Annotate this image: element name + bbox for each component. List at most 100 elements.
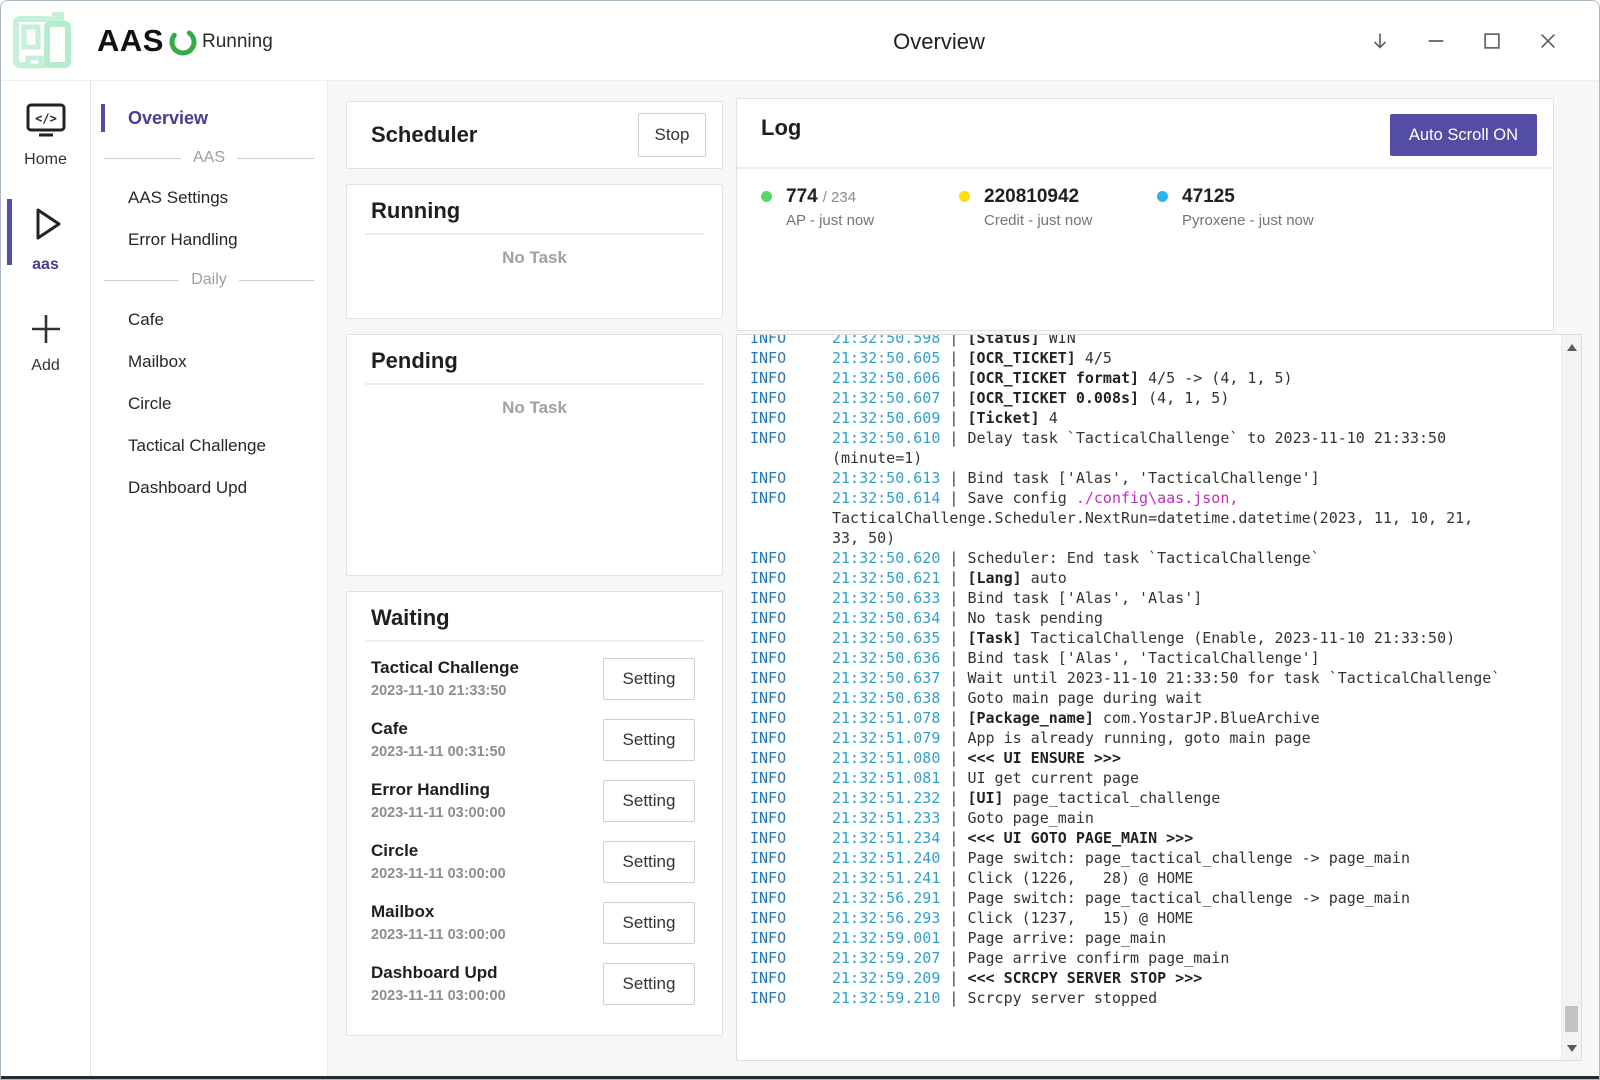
log-line: INFO21:32:51.078 | [Package_name] com.Yo… bbox=[750, 708, 1555, 728]
task-name: Cafe bbox=[371, 719, 506, 739]
title-bar: AAS Running Overview bbox=[1, 1, 1600, 81]
task-next-run-time: 2023-11-11 03:00:00 bbox=[371, 866, 506, 882]
log-line: INFO21:32:50.620 | Scheduler: End task `… bbox=[750, 548, 1555, 568]
auto-scroll-button[interactable]: Auto Scroll ON bbox=[1390, 114, 1537, 156]
waiting-row-circle: Circle 2023-11-11 03:00:00 Setting bbox=[347, 831, 722, 892]
stat-ap: 774/ 234AP - just now bbox=[761, 186, 959, 229]
window-bottom-edge bbox=[1, 1076, 1600, 1079]
scheduler-card: Scheduler Stop bbox=[346, 101, 723, 169]
setting-button[interactable]: Setting bbox=[603, 841, 695, 883]
task-name: Circle bbox=[371, 841, 506, 861]
rail-label-add: Add bbox=[31, 357, 59, 375]
log-line: INFO21:32:50.614 | Save config ./config\… bbox=[750, 488, 1555, 508]
rail-label-home: Home bbox=[24, 151, 67, 169]
divider bbox=[365, 383, 704, 385]
log-line: (minute=1) bbox=[750, 448, 1555, 468]
running-empty-text: No Task bbox=[347, 248, 722, 268]
waiting-row-mailbox: Mailbox2023-11-11 03:00:00Setting bbox=[347, 892, 722, 953]
stat-credit: 220810942Credit - just now bbox=[959, 186, 1157, 229]
log-line: INFO21:32:51.081 | UI get current page bbox=[750, 768, 1555, 788]
window-controls bbox=[1369, 1, 1559, 81]
log-line: INFO21:32:51.079 | App is already runnin… bbox=[750, 728, 1555, 748]
code-monitor-icon: </> bbox=[25, 102, 67, 145]
stat-dot-icon bbox=[959, 191, 970, 202]
log-card: Log Auto Scroll ON 774/ 234AP - just now… bbox=[736, 98, 1554, 331]
close-icon[interactable] bbox=[1537, 30, 1559, 52]
pending-card: Pending No Task bbox=[346, 334, 723, 576]
waiting-row-cafe: Cafe 2023-11-11 00:31:50 Setting bbox=[347, 709, 722, 770]
waiting-row-error-handling: Error Handling2023-11-11 03:00:00Setting bbox=[347, 770, 722, 831]
sidebar-item-error-handling[interactable]: Error Handling bbox=[91, 219, 327, 261]
log-scrollbar[interactable] bbox=[1561, 335, 1581, 1060]
log-line: INFO21:32:50.607 | [OCR_TICKET 0.008s] (… bbox=[750, 388, 1555, 408]
scroll-up-icon[interactable] bbox=[1562, 337, 1582, 357]
task-next-run-time: 2023-11-10 21:33:50 bbox=[371, 683, 519, 699]
log-line: INFO21:32:59.001 | Page arrive: page_mai… bbox=[750, 928, 1555, 948]
plus-icon bbox=[28, 312, 64, 351]
sidebar-item-circle[interactable]: Circle bbox=[91, 383, 327, 425]
log-line: INFO21:32:56.293 | Click (1237, 15) @ HO… bbox=[750, 908, 1555, 928]
sidebar-item-mailbox[interactable]: Mailbox bbox=[91, 341, 327, 383]
arrow-down-icon[interactable] bbox=[1369, 30, 1391, 52]
app-name: AAS bbox=[97, 1, 164, 81]
log-line: TacticalChallenge.Scheduler.NextRun=date… bbox=[750, 508, 1555, 528]
sidebar-item-dashboard-upd[interactable]: Dashboard Upd bbox=[91, 467, 327, 509]
log-line: INFO21:32:50.606 | [OCR_TICKET format] 4… bbox=[750, 368, 1555, 388]
stat-dot-icon bbox=[1157, 191, 1168, 202]
sidebar-item-tactical-challenge[interactable]: Tactical Challenge bbox=[91, 425, 327, 467]
stop-button[interactable]: Stop bbox=[638, 113, 706, 157]
log-line: INFO21:32:50.635 | [Task] TacticalChalle… bbox=[750, 628, 1555, 648]
stat-label: Credit - just now bbox=[984, 212, 1092, 229]
main-area: Scheduler Stop Running No Task Pending N… bbox=[328, 81, 1600, 1078]
sidebar-item-aas-settings[interactable]: AAS Settings bbox=[91, 177, 327, 219]
log-line: INFO21:32:50.636 | Bind task ['Alas', 'T… bbox=[750, 648, 1555, 668]
waiting-row-tactical-challenge: Tactical Challenge2023-11-10 21:33:50Set… bbox=[347, 648, 722, 709]
sidebar-section-aas: AAS bbox=[91, 139, 327, 177]
rail-item-add[interactable]: Add bbox=[1, 312, 90, 375]
rail-item-home[interactable]: </> Home bbox=[1, 81, 90, 169]
app-window: AAS Running Overview bbox=[0, 0, 1600, 1080]
rail-label-aas: aas bbox=[32, 256, 59, 274]
minimize-icon[interactable] bbox=[1425, 30, 1447, 52]
sidebar-item-cafe[interactable]: Cafe bbox=[91, 299, 327, 341]
rail-item-aas[interactable]: aas bbox=[1, 203, 90, 274]
log-line: INFO21:32:50.621 | [Lang] auto bbox=[750, 568, 1555, 588]
stat-dot-icon bbox=[761, 191, 772, 202]
waiting-row-dashboard-upd: Dashboard Upd2023-11-11 03:00:00Setting bbox=[347, 953, 722, 1014]
waiting-list: Tactical Challenge2023-11-10 21:33:50Set… bbox=[347, 642, 722, 1014]
task-next-run-time: 2023-11-11 00:31:50 bbox=[371, 744, 506, 760]
running-card: Running No Task bbox=[346, 184, 723, 319]
running-title: Running bbox=[371, 198, 460, 223]
setting-button[interactable]: Setting bbox=[603, 658, 695, 700]
setting-button[interactable]: Setting bbox=[603, 963, 695, 1005]
log-line: INFO21:32:50.637 | Wait until 2023-11-10… bbox=[750, 668, 1555, 688]
svg-text:</>: </> bbox=[35, 112, 57, 126]
sidebar-section-daily: Daily bbox=[91, 261, 327, 299]
log-line: INFO21:32:51.233 | Goto page_main bbox=[750, 808, 1555, 828]
active-indicator bbox=[7, 199, 12, 265]
sidebar-list: OverviewAASAAS SettingsError HandlingDai… bbox=[91, 81, 328, 1078]
log-line: INFO21:32:59.209 | <<< SCRCPY SERVER STO… bbox=[750, 968, 1555, 988]
maximize-icon[interactable] bbox=[1481, 30, 1503, 52]
log-line: INFO21:32:51.232 | [UI] page_tactical_ch… bbox=[750, 788, 1555, 808]
nav-rail: </> Home aas Add bbox=[1, 81, 91, 1078]
play-icon bbox=[25, 203, 67, 250]
log-view[interactable]: INFO21:32:50.598 | [Status] WIN INFO21:32… bbox=[736, 334, 1582, 1061]
log-header: Log Auto Scroll ON bbox=[737, 99, 1553, 169]
scrollbar-thumb[interactable] bbox=[1565, 1006, 1578, 1032]
setting-button[interactable]: Setting bbox=[603, 902, 695, 944]
setting-button[interactable]: Setting bbox=[603, 780, 695, 822]
log-content: INFO21:32:50.598 | [Status] WIN INFO21:32… bbox=[737, 335, 1561, 1060]
log-line: INFO21:32:59.207 | Page arrive confirm p… bbox=[750, 948, 1555, 968]
scroll-down-icon[interactable] bbox=[1562, 1038, 1582, 1058]
log-line: INFO21:32:50.598 | [Status] WIN bbox=[750, 335, 1555, 348]
sidebar-item-overview[interactable]: Overview bbox=[91, 97, 327, 139]
stat-value: 774 bbox=[786, 186, 818, 207]
scheduler-title: Scheduler bbox=[371, 122, 477, 148]
divider bbox=[365, 233, 704, 235]
setting-button[interactable]: Setting bbox=[603, 719, 695, 761]
waiting-title: Waiting bbox=[371, 605, 450, 630]
task-next-run-time: 2023-11-11 03:00:00 bbox=[371, 927, 506, 943]
waiting-card: Waiting Tactical Challenge2023-11-10 21:… bbox=[346, 591, 723, 1036]
log-line: INFO21:32:51.241 | Click (1226, 28) @ HO… bbox=[750, 868, 1555, 888]
